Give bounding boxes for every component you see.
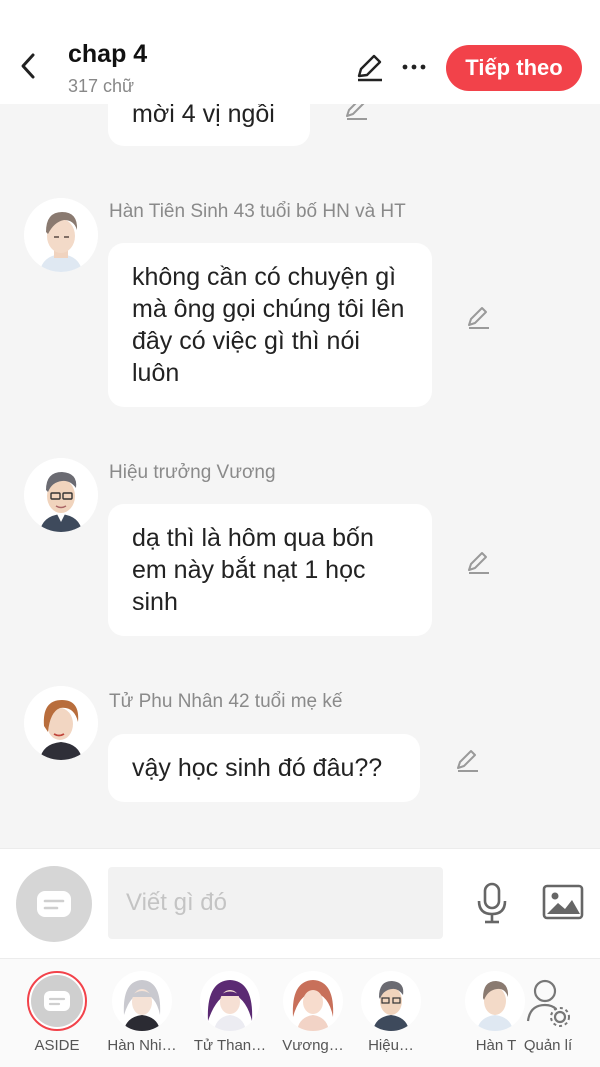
character-item[interactable]: Hàn Nhi… (97, 969, 187, 1059)
message-bubble[interactable]: dạ thì là hôm qua bốn em này bắt nạt 1 h… (108, 504, 432, 636)
page-title: chap 4 (68, 40, 148, 68)
message-text: vậy học sinh đó đâu?? (132, 754, 383, 782)
avatar-principal (361, 971, 421, 1031)
next-button[interactable]: Tiếp theo (446, 45, 582, 91)
character-item-aside[interactable]: ASIDE (12, 969, 102, 1059)
character-label: Hiệu… (368, 1037, 414, 1054)
character-item[interactable]: Vương… (268, 969, 358, 1059)
back-icon[interactable] (12, 48, 44, 84)
manage-characters-button[interactable]: Quản lí (503, 969, 593, 1059)
chat-area: mời 4 vị ngồi Hàn Tiên Sinh 43 tuổi bố H… (0, 0, 600, 848)
avatar-han-tien-sinh[interactable] (24, 198, 98, 272)
avatar-hieu-truong-vuong[interactable] (24, 458, 98, 532)
speaker-name: Hiệu trưởng Vương (109, 462, 276, 483)
aside-icon (27, 971, 87, 1031)
message-bubble[interactable]: không cần có chuyện gì mà ông gọi chúng … (108, 243, 432, 407)
message-text: không cần có chuyện gì mà ông gọi chúng … (132, 263, 405, 387)
top-bar: chap 4 317 chữ Tiếp theo (0, 0, 600, 104)
character-label: Quản lí (523, 1037, 573, 1054)
word-count: 317 chữ (68, 76, 135, 96)
message-bubble[interactable]: vậy học sinh đó đâu?? (108, 734, 420, 802)
speaker-name: Hàn Tiên Sinh 43 tuổi bố HN và HT (109, 201, 406, 222)
aside-icon (37, 891, 71, 917)
user-settings-icon (518, 971, 578, 1031)
character-picker: ASIDE Hàn Nhi… Tử Than… Vương… Hiệu… Hàn… (0, 958, 600, 1067)
speaker-name: Tử Phu Nhân 42 tuổi mẹ kế (109, 691, 343, 712)
message-text: dạ thì là hôm qua bốn em này bắt nạt 1 h… (132, 524, 374, 616)
avatar-auburn-hair (283, 971, 343, 1031)
image-icon[interactable] (540, 881, 586, 923)
edit-message-icon[interactable] (462, 546, 494, 578)
character-label: Vương… (282, 1037, 344, 1054)
character-item[interactable]: Hiệu… (346, 969, 436, 1059)
edit-message-icon[interactable] (462, 301, 494, 333)
character-item[interactable]: Tử Than… (185, 969, 275, 1059)
microphone-icon[interactable] (472, 879, 512, 927)
more-options-icon[interactable] (398, 50, 430, 84)
message-input[interactable] (108, 867, 443, 939)
character-label: Hàn Nhi… (107, 1037, 177, 1054)
edit-message-icon[interactable] (451, 744, 483, 776)
avatar-tu-phu-nhan[interactable] (24, 686, 98, 760)
message-text: mời 4 vị ngồi (132, 100, 275, 128)
composer-bar (0, 848, 600, 958)
aside-toggle-button[interactable] (16, 866, 92, 942)
character-label: ASIDE (34, 1037, 80, 1054)
edit-title-icon[interactable] (352, 50, 386, 84)
avatar-silver-hair (112, 971, 172, 1031)
avatar-purple-hair (200, 971, 260, 1031)
character-label: Tử Than… (193, 1037, 267, 1054)
